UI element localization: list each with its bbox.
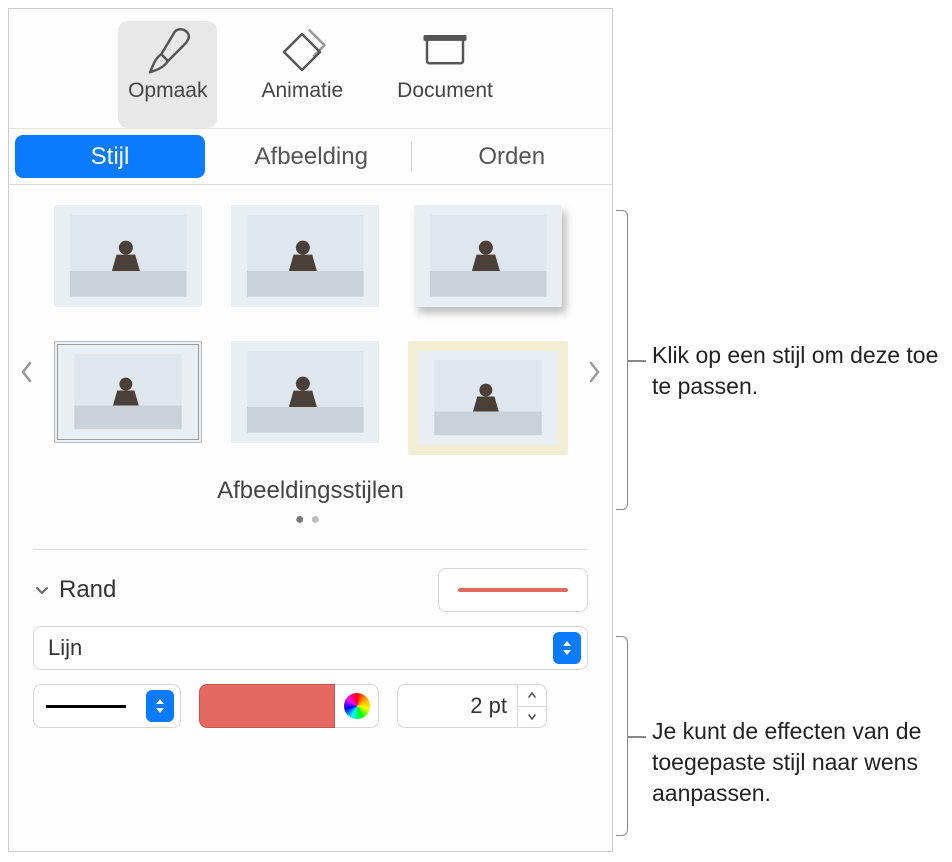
inspector-tabs: Stijl Afbeelding Orden: [9, 129, 612, 185]
styles-page-dots[interactable]: ●●: [53, 511, 568, 529]
diamond-icon: [275, 27, 329, 77]
chevron-down-icon: [33, 581, 51, 599]
annotation-styles: Klik op een stijl om deze toe te passen.: [652, 340, 942, 402]
popup-arrows-icon: [146, 690, 174, 722]
callout-lead-2: [628, 736, 646, 738]
style-thumb-3[interactable]: [414, 205, 562, 307]
format-tool[interactable]: Opmaak: [118, 21, 217, 128]
style-thumb-2[interactable]: [231, 205, 379, 307]
image-styles-grid: [53, 205, 568, 455]
document-label: Document: [397, 79, 493, 103]
style-thumb-1[interactable]: [54, 205, 202, 307]
paintbrush-icon: [141, 27, 195, 77]
style-thumb-4[interactable]: [54, 341, 202, 443]
callout-bracket-1: [616, 210, 628, 510]
tab-arrange[interactable]: Orden: [412, 129, 613, 184]
color-wheel-icon: [344, 693, 370, 719]
styles-next-button[interactable]: [584, 355, 604, 389]
border-type-value: Lijn: [48, 635, 82, 661]
style-thumb-5[interactable]: [231, 341, 379, 443]
animate-label: Animatie: [261, 79, 343, 103]
line-sample-icon: [46, 705, 126, 708]
callout-lead-1: [628, 360, 646, 362]
tab-style[interactable]: Stijl: [15, 135, 205, 178]
border-size-field: 2 pt: [397, 684, 547, 728]
border-size-stepper[interactable]: [517, 684, 547, 728]
stepper-down-icon[interactable]: [518, 707, 546, 728]
document-tool[interactable]: Document: [387, 21, 503, 128]
border-disclosure[interactable]: Rand: [33, 576, 116, 604]
style-thumb-6[interactable]: [408, 341, 568, 455]
format-label: Opmaak: [128, 79, 207, 103]
styles-prev-button[interactable]: [17, 355, 37, 389]
line-style-popup[interactable]: [33, 684, 181, 728]
popup-arrows-icon: [553, 632, 581, 664]
border-color-swatch[interactable]: [199, 684, 335, 728]
border-size-input[interactable]: 2 pt: [397, 684, 517, 728]
border-style-preview[interactable]: [438, 568, 588, 612]
tab-image[interactable]: Afbeelding: [211, 129, 412, 184]
color-picker-button[interactable]: [335, 684, 379, 728]
presentation-icon: [418, 27, 472, 77]
border-color-control: [199, 684, 379, 728]
border-type-popup[interactable]: Lijn: [33, 626, 588, 670]
image-styles-section: Afbeeldingsstijlen ●●: [9, 185, 612, 529]
stepper-up-icon[interactable]: [518, 685, 546, 707]
image-styles-caption: Afbeeldingsstijlen: [53, 477, 568, 505]
border-title: Rand: [59, 576, 116, 604]
inspector-toolbar: Opmaak Animatie Document: [9, 9, 612, 129]
callout-bracket-2: [616, 636, 628, 836]
annotation-effects: Je kunt de effecten van de toegepaste st…: [652, 716, 942, 809]
inspector-panel: Opmaak Animatie Document Stijl Afbeel: [8, 8, 613, 852]
border-section: Rand Lijn: [9, 550, 612, 728]
animate-tool[interactable]: Animatie: [251, 21, 353, 128]
border-preview-line: [458, 588, 568, 592]
